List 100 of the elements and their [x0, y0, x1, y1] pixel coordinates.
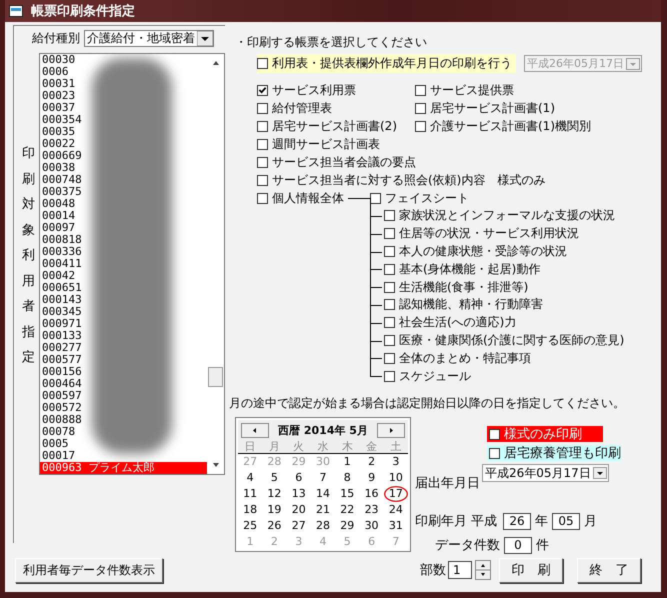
calendar-day[interactable]: 10 — [384, 470, 408, 486]
user-list-item[interactable]: 000818 — [40, 234, 82, 246]
calendar-day[interactable]: 2 — [359, 454, 384, 470]
user-list-item[interactable]: 000156 — [40, 366, 82, 378]
form-checkbox[interactable]: 週間サービス計画表 — [257, 135, 380, 154]
count-display-button[interactable]: 利用者毎データ件数表示 — [15, 558, 163, 582]
user-list-item[interactable]: 00030 — [40, 54, 76, 66]
scroll-down-icon[interactable] — [212, 462, 220, 468]
checkbox[interactable] — [384, 317, 395, 328]
calendar-day[interactable]: 17 — [384, 486, 408, 502]
user-list-item[interactable]: 00017 — [40, 450, 76, 462]
exit-button[interactable]: 終 了 — [577, 558, 641, 582]
user-list-item[interactable]: 00097 — [40, 222, 76, 234]
user-list-item[interactable]: 000375 — [40, 186, 82, 198]
data-count-field[interactable]: 0 — [504, 536, 532, 554]
checkbox[interactable] — [257, 102, 268, 114]
calendar-day[interactable]: 22 — [335, 502, 360, 518]
benefit-type-dropdown[interactable]: 介護給付・地域密着 — [84, 30, 214, 48]
user-list-item[interactable]: 000963 プライム太郎 — [40, 462, 207, 474]
user-list-item[interactable]: 000277 — [40, 342, 82, 354]
user-list-item[interactable]: 000669 — [40, 150, 82, 162]
checkbox[interactable] — [415, 84, 426, 96]
checkbox[interactable] — [257, 174, 268, 186]
checkbox[interactable] — [257, 58, 268, 70]
checkbox[interactable] — [415, 102, 426, 114]
calendar-day[interactable]: 28 — [310, 518, 336, 534]
calendar-day[interactable]: 21 — [310, 502, 336, 518]
user-list-item[interactable]: 000354 — [40, 114, 82, 126]
calendar-day[interactable]: 1 — [335, 454, 360, 470]
form-checkbox[interactable]: サービス提供票 — [415, 81, 514, 100]
month-field[interactable]: 05 — [552, 512, 580, 530]
calendar-day[interactable]: 3 — [384, 454, 408, 470]
checkbox[interactable] — [257, 156, 268, 168]
user-list-item[interactable]: 000411 — [40, 258, 82, 270]
home-care-checkbox[interactable]: 居宅療養管理も印刷 — [487, 445, 621, 461]
checkbox[interactable] — [384, 352, 395, 364]
checkbox[interactable] — [384, 228, 395, 240]
calendar-day[interactable]: 11 — [238, 486, 262, 502]
calendar-day[interactable]: 20 — [286, 502, 311, 518]
spinner-icon[interactable] — [475, 560, 491, 580]
user-list-item[interactable]: 000748 — [40, 174, 82, 186]
user-list-item[interactable]: 000971 — [40, 318, 82, 330]
calendar-day[interactable]: 16 — [359, 486, 384, 502]
checkbox[interactable] — [489, 448, 500, 458]
form-checkbox[interactable]: 居宅サービス計画書(2) — [257, 117, 397, 136]
calendar-day[interactable]: 19 — [262, 502, 287, 518]
checkbox[interactable] — [415, 120, 426, 132]
form-checkbox[interactable]: スケジュール — [384, 368, 471, 385]
user-list-item[interactable]: 000572 — [40, 402, 82, 414]
user-list-item[interactable]: 000336 — [40, 246, 82, 258]
user-list-item[interactable]: 00037 — [40, 102, 76, 114]
scroll-up-icon[interactable] — [212, 60, 220, 66]
user-list-item[interactable]: 000133 — [40, 330, 82, 342]
calendar-day[interactable]: 24 — [384, 502, 408, 518]
user-list-item[interactable]: 00035 — [40, 126, 76, 138]
calendar-day[interactable]: 9 — [359, 470, 384, 486]
date-print-checkbox[interactable]: 利用表・提供表欄外作成年月日の印刷を行う — [257, 54, 516, 74]
calendar-day[interactable]: 6 — [286, 470, 311, 486]
user-list-item[interactable]: 000464 — [40, 378, 82, 390]
checkbox[interactable] — [257, 84, 268, 96]
checkbox[interactable] — [257, 120, 268, 132]
checkbox[interactable] — [384, 282, 395, 293]
calendar-day[interactable]: 7 — [310, 470, 336, 486]
checkbox[interactable] — [489, 428, 500, 440]
style-only-checkbox[interactable]: 様式のみ印刷 — [487, 426, 603, 442]
user-list-item[interactable]: 00014 — [40, 210, 76, 222]
checkbox[interactable] — [384, 246, 395, 258]
user-list-item[interactable]: 000345 — [40, 306, 82, 318]
user-list-item[interactable]: 00031 — [40, 78, 76, 90]
calendar-day[interactable]: 12 — [262, 486, 287, 502]
form-checkbox[interactable]: 給付管理表 — [257, 99, 332, 118]
checkbox[interactable] — [384, 370, 395, 382]
user-list-item[interactable]: 00022 — [40, 138, 76, 150]
user-list-item[interactable]: 00042 — [40, 270, 76, 282]
calendar-day[interactable]: 25 — [238, 518, 262, 534]
calendar-day[interactable]: 15 — [335, 486, 360, 502]
form-checkbox[interactable]: サービス利用票 — [257, 81, 356, 100]
calendar-day[interactable]: 26 — [262, 518, 287, 534]
calendar[interactable]: 西暦 2014年 5月 日 月 火 水 木 金 土 27 28 29 30 1 2 3 4 5 6 7 8 9 10 11 12 13 14 15 16 17 18 19 20 21 22 23 24 25 26 27 28 29 30 31 1 2 3 4 5 6 7 — [235, 417, 411, 552]
calendar-day[interactable]: 31 — [384, 518, 408, 534]
form-checkbox[interactable]: 個人情報全体 — [257, 189, 344, 208]
checkbox[interactable] — [384, 335, 395, 346]
notification-date-dropdown[interactable]: 平成26年05月17日 — [482, 464, 609, 482]
calendar-day[interactable]: 30 — [359, 518, 384, 534]
year-field[interactable]: 26 — [503, 512, 531, 530]
copies-field[interactable]: 1 — [448, 561, 472, 579]
user-list-item[interactable]: 00048 — [40, 198, 76, 210]
calendar-day[interactable]: 23 — [359, 502, 384, 518]
print-button[interactable]: 印 刷 — [499, 558, 563, 582]
next-month-button[interactable] — [377, 423, 405, 438]
user-list-item[interactable]: 000651 — [40, 282, 82, 294]
calendar-day[interactable]: 4 — [238, 470, 262, 486]
checkbox[interactable] — [384, 264, 395, 275]
checkbox[interactable] — [384, 299, 395, 310]
calendar-day[interactable]: 18 — [238, 502, 262, 518]
form-checkbox[interactable]: 居宅サービス計画書(1) — [415, 99, 555, 118]
calendar-day[interactable]: 8 — [335, 470, 360, 486]
user-list-item[interactable]: 00078 — [40, 426, 76, 438]
calendar-day[interactable]: 13 — [286, 486, 311, 502]
scroll-thumb[interactable] — [208, 367, 223, 388]
